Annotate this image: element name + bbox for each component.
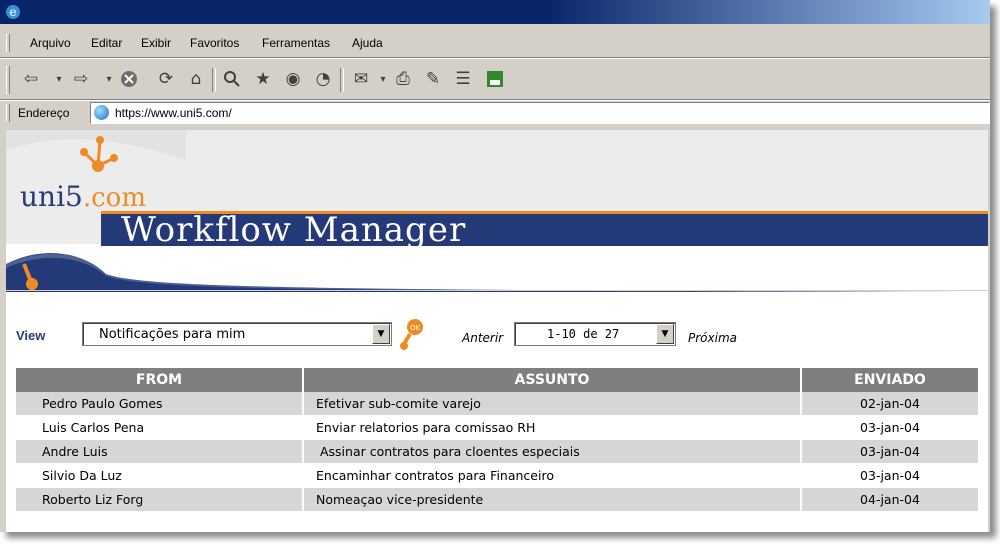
view-select-value: Notificações para mim — [99, 327, 246, 342]
menu-ferramentas[interactable]: Ferramentas — [262, 36, 330, 50]
notifications-table: FROM ASSUNTO ENVIADO Pedro Paulo Gomes E… — [16, 368, 980, 512]
title-bar: e — [0, 0, 990, 24]
cell-date: 03-jan-04 — [802, 440, 980, 464]
logo-suffix-text: .com — [82, 183, 146, 213]
menu-bar: Arquivo Editar Exibir Favoritos Ferramen… — [0, 32, 990, 54]
stop-icon[interactable] — [118, 68, 140, 90]
internet-explorer-icon: e — [6, 5, 20, 19]
menu-ajuda[interactable]: Ajuda — [352, 36, 383, 50]
molecule-logo-icon — [80, 136, 118, 172]
range-select[interactable]: 1-10 de 27 ▼ — [514, 322, 676, 346]
range-select-dropdown-icon[interactable]: ▼ — [656, 324, 674, 344]
menu-favoritos[interactable]: Favoritos — [190, 36, 239, 50]
view-select[interactable]: Notificações para mim ▼ — [82, 322, 392, 346]
table-row[interactable]: Luis Carlos Pena Enviar relatorios para … — [16, 416, 980, 440]
cell-subject[interactable]: Efetivar sub-comite varejo — [304, 392, 802, 416]
svg-text:e: e — [9, 5, 16, 19]
divider-line — [6, 290, 988, 291]
media-icon[interactable]: ◉ — [282, 68, 304, 90]
edit-icon[interactable]: ✎ — [422, 68, 444, 90]
menu-arquivo[interactable]: Arquivo — [30, 36, 71, 50]
previous-link[interactable]: Anterir — [462, 331, 503, 345]
toolbar-separator — [212, 68, 216, 92]
column-header-assunto[interactable]: ASSUNTO — [304, 368, 802, 392]
address-input[interactable]: https://www.uni5.com/ — [90, 102, 990, 124]
discuss-icon[interactable]: ☰ — [452, 68, 474, 90]
menu-exibir[interactable]: Exibir — [141, 36, 171, 50]
company-logo: uni5.com — [20, 180, 146, 213]
view-label: View — [16, 328, 46, 343]
toolbar-separator-2 — [340, 68, 344, 92]
table-row[interactable]: Pedro Paulo Gomes Efetivar sub-comite va… — [16, 392, 980, 416]
swoosh-decoration-icon — [6, 253, 988, 292]
history-icon[interactable]: ◔ — [312, 68, 334, 90]
next-link[interactable]: Próxima — [688, 331, 737, 345]
menu-separator — [0, 57, 990, 59]
address-bar: Endereço https://www.uni5.com/ — [0, 100, 990, 126]
view-select-dropdown-icon[interactable]: ▼ — [372, 324, 390, 344]
address-grip — [6, 104, 10, 122]
mail-dropdown-icon[interactable]: ▾ — [372, 68, 394, 90]
back-dropdown-icon[interactable]: ▾ — [48, 68, 70, 90]
cell-subject[interactable]: Assinar contratos para cloentes especiai… — [304, 440, 802, 464]
cell-date: 03-jan-04 — [802, 416, 980, 440]
back-icon[interactable]: ⇦ — [20, 68, 42, 90]
mail-icon[interactable]: ✉ — [350, 68, 372, 90]
messenger-icon[interactable] — [484, 68, 506, 90]
forward-icon[interactable]: ⇨ — [70, 68, 92, 90]
range-select-value: 1-10 de 27 — [547, 327, 620, 341]
page-content: uni5.com Workflow Manager View Notificaç… — [6, 130, 988, 532]
favorites-icon[interactable]: ★ — [252, 68, 274, 90]
logo-main-text: uni5 — [20, 180, 83, 213]
cell-from: Silvio Da Luz — [16, 464, 304, 488]
home-icon[interactable]: ⌂ — [185, 68, 207, 90]
ok-button[interactable]: OK — [398, 318, 426, 352]
cell-subject[interactable]: Nomeaçao vice-presidente — [304, 488, 802, 512]
cell-from: Pedro Paulo Gomes — [16, 392, 304, 416]
search-icon[interactable] — [221, 68, 243, 90]
table-header-row: FROM ASSUNTO ENVIADO — [16, 368, 980, 392]
table-row[interactable]: Silvio Da Luz Encaminhar contratos para … — [16, 464, 980, 488]
table-row[interactable]: Andre Luis Assinar contratos para cloent… — [16, 440, 980, 464]
cell-subject[interactable]: Encaminhar contratos para Financeiro — [304, 464, 802, 488]
address-label: Endereço — [18, 106, 70, 120]
page-icon — [94, 105, 109, 120]
cell-from: Roberto Liz Forg — [16, 488, 304, 512]
toolbar-grip — [6, 66, 10, 94]
browser-window: e Arquivo Editar Exibir Favoritos Ferram… — [0, 0, 990, 532]
cell-from: Andre Luis — [16, 440, 304, 464]
cell-date: 03-jan-04 — [802, 464, 980, 488]
forward-dropdown-icon[interactable]: ▾ — [98, 68, 120, 90]
refresh-icon[interactable]: ⟳ — [155, 68, 177, 90]
toolbar: ⇦ ▾ ⇨ ▾ ⟳ ⌂ ★ ◉ ◔ ✉ ▾ ⎙ ✎ ☰ — [0, 60, 990, 100]
table-row[interactable]: Roberto Liz Forg Nomeaçao vice-president… — [16, 488, 980, 512]
banner: uni5.com Workflow Manager — [6, 130, 988, 250]
column-header-from[interactable]: FROM — [16, 368, 304, 392]
address-url: https://www.uni5.com/ — [115, 106, 232, 120]
cell-date: 04-jan-04 — [802, 488, 980, 512]
cell-from: Luis Carlos Pena — [16, 416, 304, 440]
menu-editar[interactable]: Editar — [91, 36, 122, 50]
menu-grip — [6, 34, 10, 52]
column-header-enviado[interactable]: ENVIADO — [802, 368, 980, 392]
print-icon[interactable]: ⎙ — [392, 68, 414, 90]
cell-subject[interactable]: Enviar relatorios para comissao RH — [304, 416, 802, 440]
filter-row: View Notificações para mim ▼ OK Anterir … — [6, 318, 988, 352]
cell-date: 02-jan-04 — [802, 392, 980, 416]
svg-text:OK: OK — [410, 324, 421, 332]
